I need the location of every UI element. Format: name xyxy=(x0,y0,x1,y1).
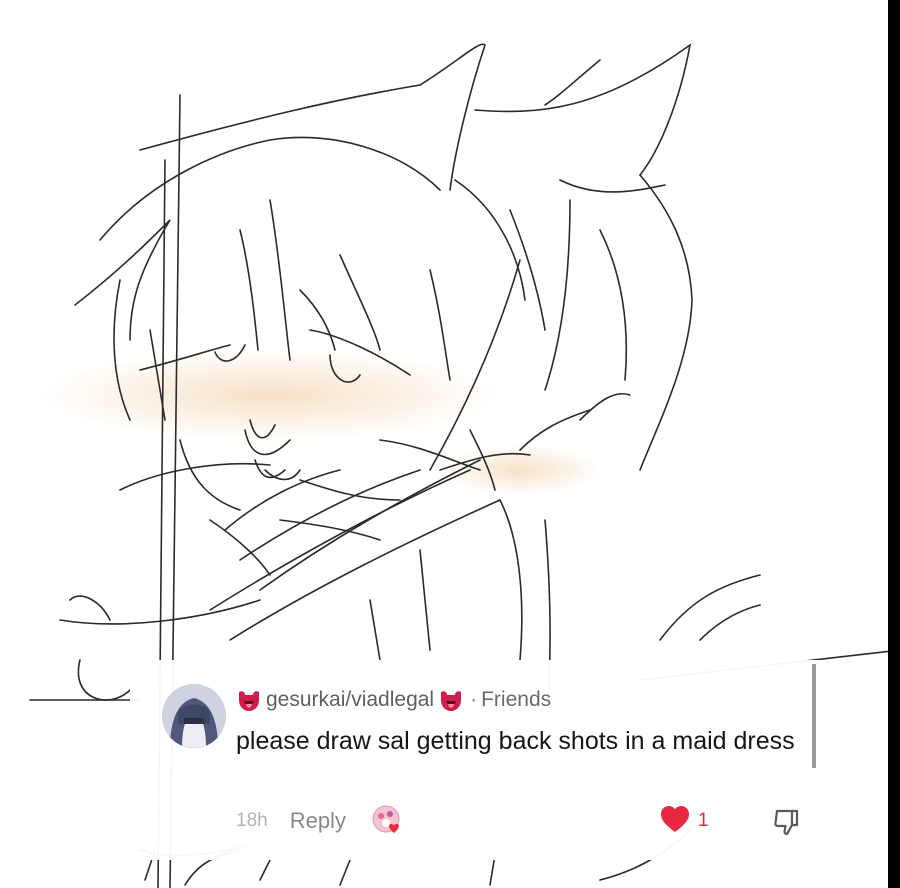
comment-text: please draw sal getting back shots in a … xyxy=(236,727,795,755)
like-group[interactable]: 1 xyxy=(660,804,709,838)
username[interactable]: gesurkai/viadlegal xyxy=(266,688,434,712)
comment-header: gesurkai/viadlegal · Friends xyxy=(236,686,551,714)
avatar[interactable] xyxy=(162,684,226,748)
right-edge-bar xyxy=(888,0,900,888)
comment-actions: 18h Reply 1 xyxy=(236,804,806,838)
thumbs-down-icon[interactable] xyxy=(770,806,802,838)
comment-time: 18h xyxy=(236,810,268,831)
scrollbar[interactable] xyxy=(812,664,816,768)
comment-card: gesurkai/viadlegal · Friends please draw… xyxy=(130,660,830,860)
screen: gesurkai/viadlegal · Friends please draw… xyxy=(0,0,900,888)
reply-button[interactable]: Reply xyxy=(290,808,346,834)
separator-dot: · xyxy=(470,688,478,711)
friends-label: Friends xyxy=(481,688,552,711)
tongue-emoji-icon xyxy=(236,687,262,713)
avatar-image xyxy=(162,684,226,748)
heart-icon[interactable] xyxy=(660,805,690,838)
tongue-emoji-icon xyxy=(438,687,464,713)
like-count: 1 xyxy=(698,810,709,831)
creator-avatar-heart-icon xyxy=(370,803,406,839)
